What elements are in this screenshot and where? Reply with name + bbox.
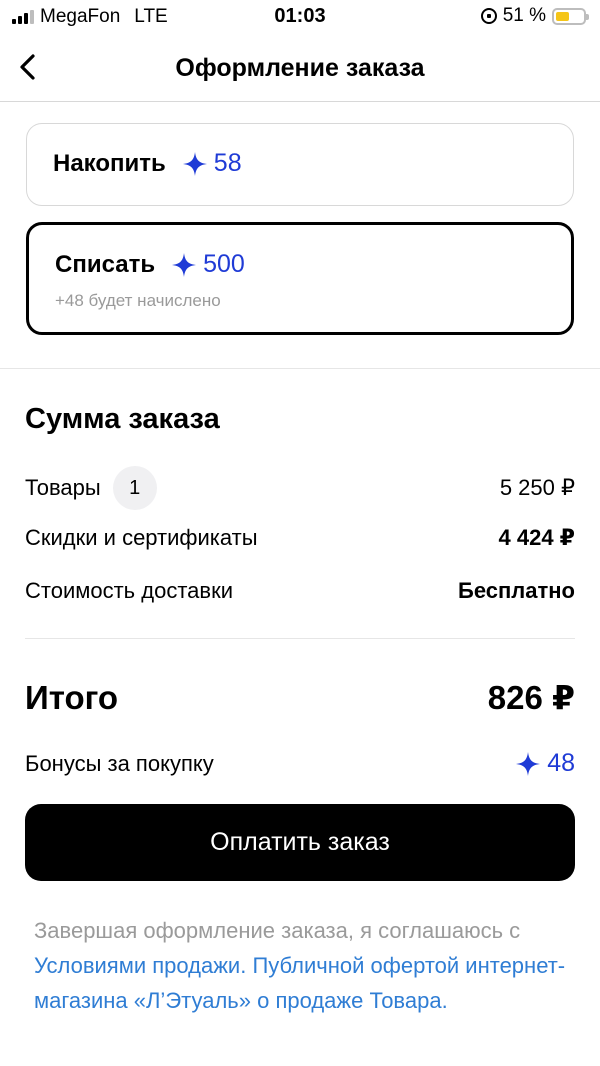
order-summary-title: Сумма заказа bbox=[25, 403, 220, 435]
battery-icon bbox=[552, 7, 589, 25]
bonus-option-accumulate-value: 58 bbox=[182, 149, 242, 178]
legal-agreement-text: Завершая оформление заказа, я соглашаюсь… bbox=[34, 913, 574, 1018]
goods-value: 5 250 ₽ bbox=[499, 475, 575, 500]
section-divider bbox=[0, 368, 600, 369]
bonus-option-spend-label: Списать bbox=[55, 250, 156, 278]
goods-count-badge: 1 bbox=[112, 466, 157, 510]
battery-fill bbox=[556, 11, 570, 21]
summary-row-goods-left: Товары 1 bbox=[25, 466, 157, 510]
sparkle-icon bbox=[516, 751, 541, 776]
summary-row-discounts: Скидки и сертификаты 4 424 ₽ bbox=[25, 525, 575, 551]
orientation-lock-icon bbox=[480, 8, 497, 24]
legal-prefix: Завершая оформление заказа, я соглашаюсь… bbox=[34, 918, 521, 943]
summary-row-goods: Товары 1 5 250 ₽ bbox=[25, 466, 575, 510]
discounts-value: 4 424 ₽ bbox=[498, 525, 575, 550]
discounts-label: Скидки и сертификаты bbox=[25, 525, 258, 550]
goods-label: Товары bbox=[25, 475, 101, 500]
bonus-option-spend-note: +48 будет начислено bbox=[55, 291, 221, 310]
bonus-option-spend-amount: 500 bbox=[203, 250, 245, 278]
delivery-value: Бесплатно bbox=[458, 578, 575, 603]
bonus-option-spend-row: Списать 500 bbox=[55, 250, 245, 279]
summary-divider bbox=[25, 638, 575, 639]
purchase-bonus-row: Бонусы за покупку 48 bbox=[25, 749, 575, 778]
bonus-option-spend[interactable]: Списать 500 +48 будет начислено bbox=[26, 222, 574, 335]
sparkle-icon bbox=[182, 151, 207, 176]
page-title: Оформление заказа bbox=[175, 54, 425, 82]
bonus-option-accumulate[interactable]: Накопить 58 bbox=[26, 123, 574, 206]
total-label: Итого bbox=[25, 678, 119, 716]
bonus-option-accumulate-row: Накопить 58 bbox=[53, 149, 242, 178]
pay-order-button[interactable]: Оплатить заказ bbox=[25, 804, 575, 881]
summary-row-delivery: Стоимость доставки Бесплатно bbox=[25, 578, 575, 604]
bonus-option-spend-value: 500 bbox=[171, 250, 245, 279]
purchase-bonus-label: Бонусы за покупку bbox=[25, 750, 214, 776]
purchase-bonus-value: 48 bbox=[515, 749, 575, 778]
status-right: 51 % bbox=[480, 5, 589, 27]
bonus-option-accumulate-label: Накопить bbox=[53, 149, 166, 177]
sparkle-icon bbox=[172, 252, 197, 277]
navigation-header: Оформление заказа bbox=[0, 34, 600, 102]
battery-percent: 51 % bbox=[502, 5, 546, 26]
total-value: 826 ₽ bbox=[487, 679, 575, 716]
status-bar: MegaFon LTE 01:03 51 % bbox=[0, 0, 600, 34]
terms-of-sale-link[interactable]: Условиями продажи. bbox=[34, 953, 246, 978]
delivery-label: Стоимость доставки bbox=[25, 578, 233, 603]
purchase-bonus-amount: 48 bbox=[547, 749, 575, 777]
bonus-option-accumulate-amount: 58 bbox=[213, 149, 242, 177]
total-row: Итого 826 ₽ bbox=[25, 678, 575, 717]
